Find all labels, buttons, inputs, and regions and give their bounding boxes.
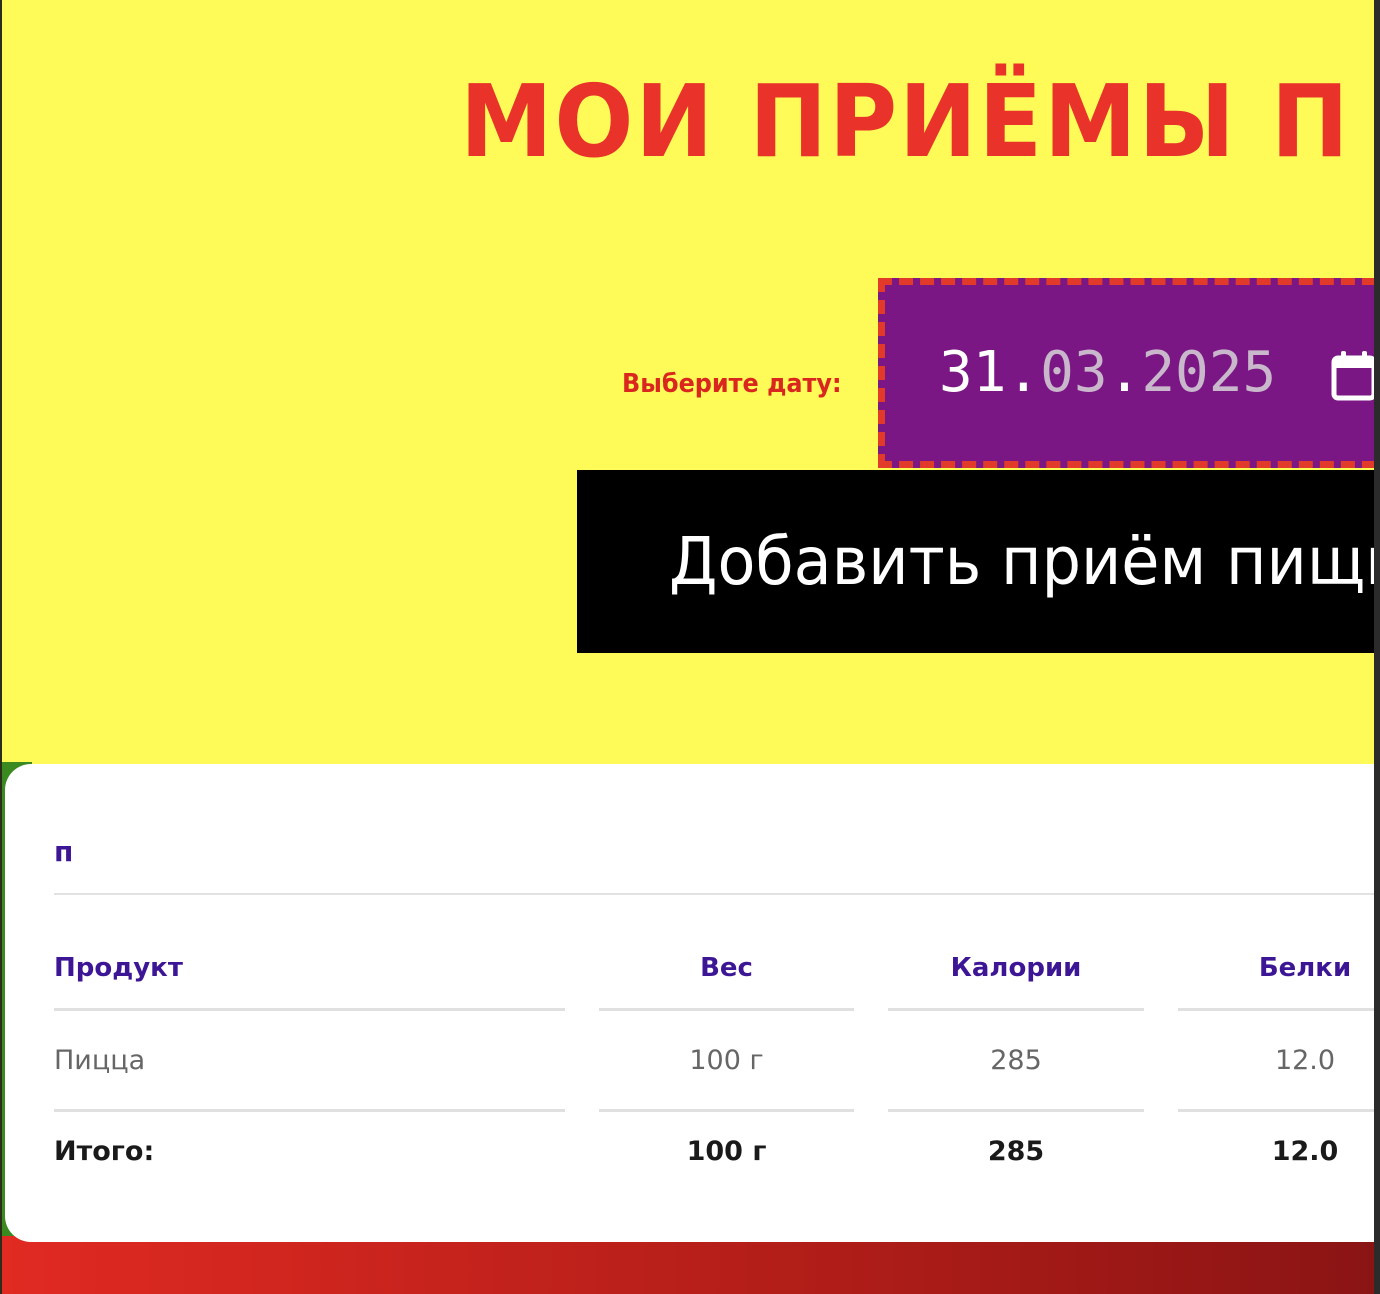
meals-page: МОИ ПРИЁМЫ П Выберите дату: 31.03.2025 Д… [0, 0, 1374, 1294]
header-divider [599, 1008, 854, 1011]
total-weight: 100 г [686, 1136, 767, 1167]
footer-bar [2, 1236, 1374, 1294]
total-calories: 285 [987, 1136, 1045, 1167]
date-year[interactable]: 2025 [1141, 340, 1276, 405]
row-divider [599, 1109, 854, 1112]
calendar-icon[interactable] [1331, 349, 1374, 401]
row-divider [54, 1109, 565, 1112]
date-month[interactable]: 03 [1040, 340, 1107, 405]
table-row-product: Пицца [54, 1045, 146, 1076]
date-day[interactable]: 31 [939, 340, 1006, 405]
meal-title: п [54, 835, 74, 868]
table-row-protein: 12.0 [1274, 1045, 1336, 1076]
add-meal-button-label: Добавить приём пищи [669, 523, 1374, 600]
table-row-calories: 285 [990, 1045, 1042, 1076]
table-row-weight: 100 г [689, 1045, 764, 1076]
date-value[interactable]: 31.03.2025 [939, 337, 1276, 409]
column-header-product: Продукт [54, 953, 183, 983]
column-header-protein: Белки [1258, 953, 1352, 983]
add-meal-button[interactable]: Добавить приём пищи [577, 470, 1374, 653]
column-header-calories: Калории [950, 953, 1082, 983]
total-label: Итого: [54, 1136, 155, 1167]
row-divider [888, 1109, 1144, 1112]
window-edge [1374, 0, 1380, 1294]
header-divider [888, 1008, 1144, 1011]
meal-divider [54, 893, 1374, 895]
total-protein: 12.0 [1271, 1136, 1339, 1167]
header-divider [54, 1008, 565, 1011]
page-title: МОИ ПРИЁМЫ П [460, 63, 1351, 180]
date-input[interactable]: 31.03.2025 [878, 278, 1374, 468]
row-divider [1178, 1109, 1374, 1112]
date-label: Выберите дату: [622, 369, 842, 399]
header-divider [1178, 1008, 1374, 1011]
column-header-weight: Вес [700, 953, 753, 983]
